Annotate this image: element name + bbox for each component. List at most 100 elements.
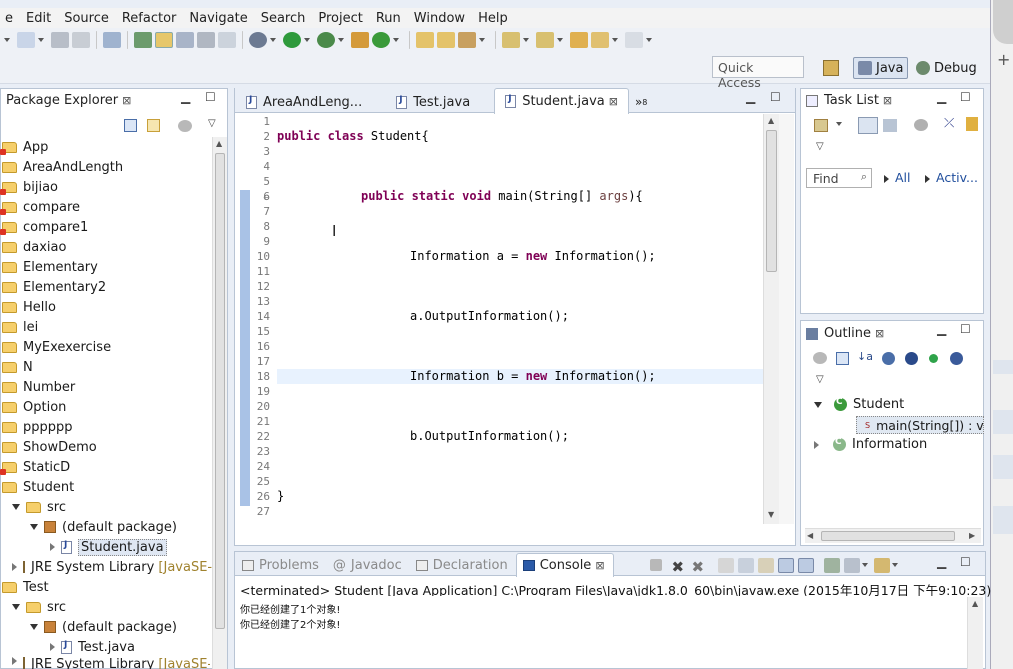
- tab-student-java[interactable]: Student.java⊠: [494, 88, 629, 114]
- focus-on-workweek-icon[interactable]: [966, 117, 978, 131]
- open-type-icon[interactable]: [416, 32, 434, 48]
- tree-item-test-java[interactable]: Test.java: [2, 637, 210, 657]
- package-explorer-tab[interactable]: Package Explorer ⊠: [6, 93, 131, 108]
- tree-item-student[interactable]: Student: [2, 477, 210, 497]
- external-tools-dropdown-arrow[interactable]: [338, 38, 344, 42]
- collapsed-arrow-icon[interactable]: [12, 657, 17, 665]
- hide-local-types-icon[interactable]: [950, 352, 963, 365]
- expanded-arrow-icon[interactable]: [814, 401, 822, 408]
- word-wrap-icon[interactable]: [757, 557, 774, 573]
- focus-icon[interactable]: [813, 352, 827, 364]
- new-class-icon[interactable]: [372, 32, 390, 48]
- add-icon[interactable]: +: [997, 50, 1010, 69]
- hide-fields-icon[interactable]: [882, 352, 895, 365]
- task-find-field[interactable]: Find ⌕: [806, 168, 872, 188]
- tab-overflow[interactable]: » 8: [635, 90, 647, 114]
- outline-class-student[interactable]: Student: [814, 397, 904, 412]
- menu-search[interactable]: Search: [256, 11, 314, 26]
- menu-help[interactable]: Help: [473, 11, 516, 26]
- tree-item-hello[interactable]: Hello: [2, 297, 210, 317]
- tab-console[interactable]: Console ⊠: [515, 553, 614, 577]
- scroll-up-icon[interactable]: ▲: [216, 139, 222, 148]
- new-task-icon[interactable]: [814, 119, 828, 132]
- tree-item-pppppp[interactable]: pppppp: [2, 417, 210, 437]
- menu-file[interactable]: e: [0, 11, 21, 26]
- remove-launch-icon[interactable]: ✖: [672, 558, 688, 576]
- terminate-icon[interactable]: [649, 559, 662, 571]
- outline-horizontal-scrollbar[interactable]: ◀ ▶: [805, 528, 981, 543]
- maximize-icon[interactable]: ☐: [960, 322, 971, 336]
- menu-edit[interactable]: Edit: [21, 11, 59, 26]
- expanded-arrow-icon[interactable]: [12, 504, 20, 510]
- run-external-tools-icon[interactable]: [317, 32, 335, 48]
- toggle-mark-occurrences-icon[interactable]: [155, 32, 173, 48]
- tree-item-lei[interactable]: lei: [2, 317, 210, 337]
- tree-item-option[interactable]: Option: [2, 397, 210, 417]
- tree-item-myexexercise[interactable]: MyExexercise: [2, 337, 210, 357]
- maximize-icon[interactable]: ☐: [960, 555, 971, 569]
- annotation-next-icon[interactable]: [134, 32, 152, 48]
- next-annotation-icon[interactable]: [502, 32, 520, 48]
- menu-refactor[interactable]: Refactor: [117, 11, 185, 26]
- tree-item-number[interactable]: Number: [2, 377, 210, 397]
- activate-link[interactable]: Activ...: [925, 170, 978, 185]
- outline-method-main[interactable]: S main(String[]) : vo: [856, 416, 984, 434]
- scroll-left-icon[interactable]: ◀: [807, 531, 813, 540]
- menu-run[interactable]: Run: [371, 11, 409, 26]
- tree-item-test-default-package[interactable]: (default package): [2, 617, 210, 637]
- view-menu-icon[interactable]: ▽: [816, 374, 824, 385]
- forward-arrow-icon[interactable]: [625, 32, 643, 48]
- save-icon[interactable]: [51, 32, 69, 48]
- editor-vertical-scrollbar[interactable]: ▲ ▼: [763, 114, 779, 524]
- collapsed-arrow-icon[interactable]: [12, 563, 17, 571]
- java-perspective-button[interactable]: Java: [853, 57, 909, 79]
- next-annotation-dropdown-arrow[interactable]: [523, 38, 529, 42]
- new-java-project-icon[interactable]: [351, 32, 369, 48]
- remove-all-icon[interactable]: ✖: [692, 558, 708, 576]
- tree-item-compare1[interactable]: compare1: [0, 217, 210, 237]
- outline-class-information[interactable]: Information: [814, 437, 927, 452]
- show-on-stdout-icon[interactable]: [777, 557, 794, 573]
- close-icon[interactable]: ⊠: [883, 94, 892, 107]
- last-edit-location-icon[interactable]: [570, 32, 588, 48]
- tree-item-areaandlength[interactable]: AreaAndLength: [2, 157, 210, 177]
- collapse-all-icon[interactable]: [836, 352, 849, 365]
- open-console-icon[interactable]: [873, 557, 890, 573]
- open-console-dropdown[interactable]: [891, 563, 898, 567]
- close-icon[interactable]: ⊠: [122, 94, 131, 107]
- menu-source[interactable]: Source: [59, 11, 117, 26]
- maximize-icon[interactable]: ☐: [770, 90, 781, 104]
- scrollbar-thumb[interactable]: [766, 130, 777, 272]
- collapsed-arrow-icon[interactable]: [814, 440, 819, 449]
- tree-item-test[interactable]: Test: [2, 577, 210, 597]
- tree-item-showdemo[interactable]: ShowDemo: [2, 437, 210, 457]
- tree-item-test-src[interactable]: src: [2, 597, 210, 617]
- outline-tab[interactable]: Outline ⊠: [806, 326, 884, 341]
- close-icon[interactable]: ⊠: [595, 559, 604, 572]
- scroll-right-icon[interactable]: ▶: [969, 531, 975, 540]
- code-area[interactable]: public class Student{ public static void…: [277, 114, 763, 510]
- menu-project[interactable]: Project: [313, 11, 370, 26]
- package-explorer-scrollbar[interactable]: ▲: [212, 137, 227, 669]
- new-menu-arrow[interactable]: [38, 38, 44, 42]
- tree-item-test-jre[interactable]: JRE System Library [JavaSE-1: [2, 657, 210, 669]
- expanded-arrow-icon[interactable]: [30, 524, 38, 530]
- back-dropdown-arrow[interactable]: [612, 38, 618, 42]
- toggle-block-selection-icon[interactable]: [176, 32, 194, 48]
- link-with-editor-icon[interactable]: [147, 119, 160, 132]
- debug-perspective-button[interactable]: Debug: [912, 57, 981, 79]
- minimize-icon[interactable]: ▁: [746, 90, 755, 104]
- show-whitespace-icon[interactable]: [197, 32, 215, 48]
- run-icon[interactable]: [283, 32, 301, 48]
- console-scrollbar[interactable]: ▲: [967, 597, 983, 669]
- minimize-icon[interactable]: ▁: [937, 90, 946, 104]
- collapsed-arrow-icon[interactable]: [50, 543, 55, 551]
- task-list-tab[interactable]: Task List ⊠: [806, 93, 892, 108]
- minimize-icon[interactable]: ▁: [937, 322, 946, 336]
- clear-console-icon[interactable]: [717, 557, 734, 573]
- pin-console-icon[interactable]: [823, 557, 840, 573]
- filter-icon[interactable]: [178, 120, 192, 132]
- run-dropdown-arrow[interactable]: [304, 38, 310, 42]
- all-filter-link[interactable]: All: [884, 170, 911, 185]
- tree-item-n[interactable]: N: [2, 357, 210, 377]
